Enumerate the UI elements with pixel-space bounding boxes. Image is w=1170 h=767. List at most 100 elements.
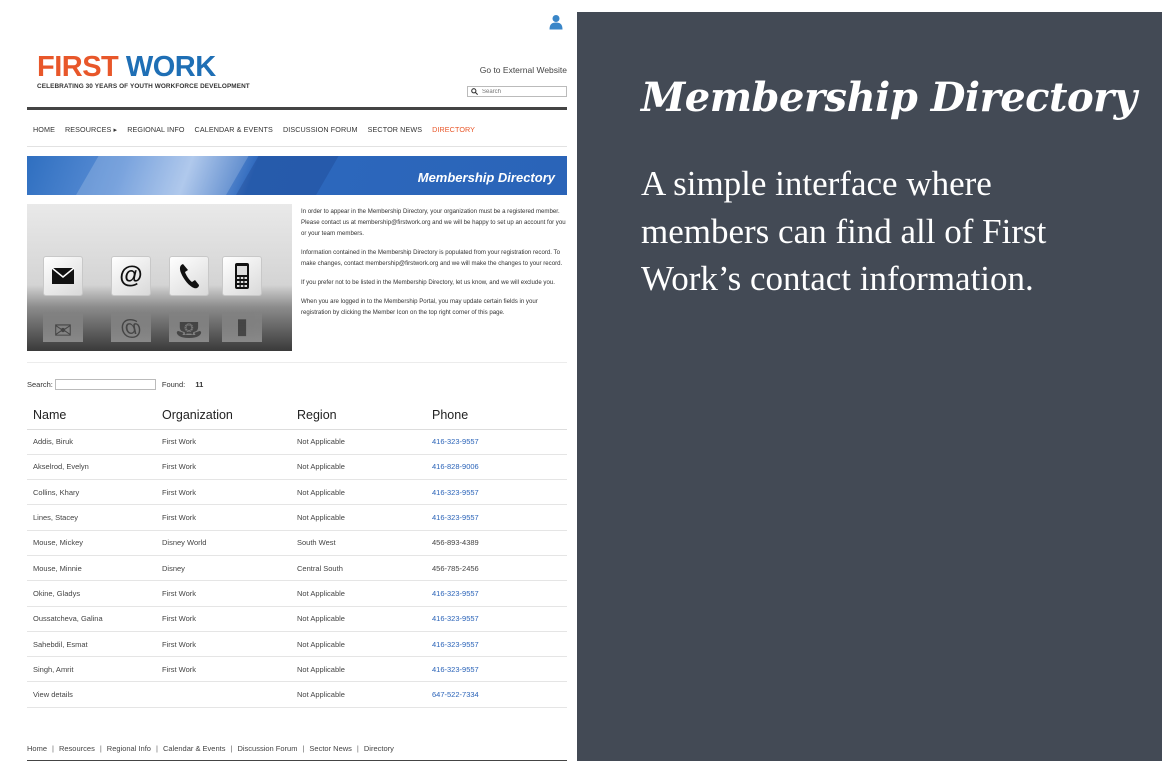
website-screenshot: FIRST WORK CELEBRATING 30 YEARS OF YOUTH…	[0, 0, 577, 767]
cell-name: Collins, Khary	[27, 479, 156, 506]
header-organization[interactable]: Organization	[156, 402, 291, 430]
site-search-input[interactable]	[482, 88, 562, 95]
cell-phone-link[interactable]: 416-323-9557	[426, 606, 567, 632]
footer-home[interactable]: Home	[27, 744, 47, 753]
section-divider	[27, 362, 567, 363]
intro-text: In order to appear in the Membership Dir…	[301, 206, 567, 326]
table-row[interactable]: Collins, Khary First Work Not Applicable…	[27, 479, 567, 506]
nav-calendar-events[interactable]: CALENDAR & EVENTS	[195, 125, 273, 134]
promo-panel: Membership Directory A simple interface …	[577, 12, 1162, 761]
nav-discussion-forum[interactable]: DISCUSSION FORUM	[283, 125, 358, 134]
footer-separator: |	[155, 744, 158, 753]
table-row[interactable]: Singh, Amrit First Work Not Applicable 4…	[27, 656, 567, 683]
cell-region: Not Applicable	[291, 580, 426, 607]
table-row[interactable]: Lines, Stacey First Work Not Applicable …	[27, 504, 567, 531]
cell-name: Lines, Stacey	[27, 504, 156, 531]
footer-calendar-events[interactable]: Calendar & Events	[163, 744, 226, 753]
view-details-link[interactable]: View details	[27, 681, 156, 708]
nav-sector-news[interactable]: SECTOR NEWS	[368, 125, 422, 134]
cell-phone: 456-893-4389	[426, 530, 567, 556]
footer-separator: |	[356, 744, 359, 753]
cell-organization: First Work	[156, 580, 291, 607]
directory-search: Search: Found: 11	[27, 379, 203, 390]
header-phone[interactable]: Phone	[426, 402, 567, 430]
reflection: @	[111, 312, 151, 342]
footer-separator: |	[302, 744, 305, 753]
header-region[interactable]: Region	[291, 402, 426, 430]
cell-phone: 456-785-2456	[426, 555, 567, 582]
intro-paragraph: When you are logged in to the Membership…	[301, 298, 538, 316]
directory-table: Name Organization Region Phone Addis, Bi…	[27, 402, 567, 708]
phone-icon	[169, 256, 209, 296]
contact-icons-image: @ ✉ @ ☎ ▮	[27, 204, 292, 351]
cell-organization: First Work	[156, 454, 291, 481]
first-work-logo[interactable]: FIRST WORK	[37, 52, 216, 82]
table-row[interactable]: Sahebdil, Esmat First Work Not Applicabl…	[27, 631, 567, 658]
found-count: Found: 11	[162, 380, 203, 389]
cell-phone-link[interactable]: 416-828-9006	[426, 454, 567, 481]
header-name[interactable]: Name	[27, 402, 156, 430]
at-sign-icon: @	[111, 256, 151, 296]
table-row[interactable]: View details Not Applicable 647-522-7334	[27, 681, 567, 708]
cell-region: Not Applicable	[291, 479, 426, 506]
table-row[interactable]: Mouse, Minnie Disney Central South 456-7…	[27, 555, 567, 582]
cell-phone-link[interactable]: 416-323-9557	[426, 631, 567, 658]
reflection: ✉	[43, 312, 83, 342]
cell-phone-link[interactable]: 416-323-9557	[426, 479, 567, 506]
site-search[interactable]	[467, 86, 567, 97]
table-row[interactable]: Oussatcheva, Galina First Work Not Appli…	[27, 606, 567, 632]
cell-organization: First Work	[156, 606, 291, 632]
footer-resources[interactable]: Resources	[59, 744, 95, 753]
cell-name: Oussatcheva, Galina	[27, 606, 156, 632]
external-website-link[interactable]: Go to External Website	[480, 65, 567, 75]
envelope-icon	[43, 256, 83, 296]
tagline: CELEBRATING 30 YEARS OF YOUTH WORKFORCE …	[37, 83, 250, 90]
cell-phone-link[interactable]: 416-323-9557	[426, 429, 567, 455]
search-icon	[471, 88, 478, 95]
table-row[interactable]: Akselrod, Evelyn First Work Not Applicab…	[27, 454, 567, 481]
banner-title: Membership Directory	[417, 170, 555, 185]
footer-directory[interactable]: Directory	[364, 744, 394, 753]
table-row[interactable]: Addis, Biruk First Work Not Applicable 4…	[27, 429, 567, 455]
cell-name: Akselrod, Evelyn	[27, 454, 156, 481]
cell-name: Singh, Amrit	[27, 656, 156, 683]
intro-paragraph: In order to appear in the Membership Dir…	[301, 208, 566, 237]
footer-separator: |	[52, 744, 54, 753]
cell-organization: First Work	[156, 479, 291, 506]
cell-region: South West	[291, 530, 426, 556]
cell-region: Not Applicable	[291, 429, 426, 455]
intro-paragraph: If you prefer not to be listed in the Me…	[301, 279, 555, 286]
table-row[interactable]: Mouse, Mickey Disney World South West 45…	[27, 530, 567, 556]
nav-bottom-rule	[27, 146, 567, 147]
table-row[interactable]: Okine, Gladys First Work Not Applicable …	[27, 580, 567, 607]
nav-regional-info[interactable]: REGIONAL INFO	[127, 125, 184, 134]
cell-region: Central South	[291, 555, 426, 582]
mobile-phone-icon	[222, 256, 262, 296]
cell-organization: First Work	[156, 631, 291, 658]
footer-rule	[27, 760, 567, 761]
reflection: ☎	[169, 312, 209, 342]
nav-home[interactable]: HOME	[33, 125, 55, 134]
cell-region: Not Applicable	[291, 454, 426, 481]
cell-organization	[156, 681, 291, 708]
user-icon[interactable]	[549, 14, 563, 30]
cell-phone-link[interactable]: 416-323-9557	[426, 504, 567, 531]
nav-resources[interactable]: RESOURCES ▸	[65, 125, 117, 134]
cell-phone-link[interactable]: 416-323-9557	[426, 656, 567, 683]
cell-phone-link[interactable]: 416-323-9557	[426, 580, 567, 607]
nav-directory[interactable]: DIRECTORY	[432, 125, 475, 134]
directory-search-input[interactable]	[54, 379, 156, 390]
intro-paragraph: Information contained in the Membership …	[301, 249, 563, 267]
footer-regional-info[interactable]: Regional Info	[107, 744, 151, 753]
cell-organization: First Work	[156, 504, 291, 531]
page-banner: Membership Directory	[27, 156, 567, 195]
table-header-row: Name Organization Region Phone	[27, 402, 567, 430]
cell-region: Not Applicable	[291, 631, 426, 658]
footer-sector-news[interactable]: Sector News	[309, 744, 352, 753]
cell-region: Not Applicable	[291, 606, 426, 632]
cell-phone-link[interactable]: 647-522-7334	[426, 681, 567, 708]
footer-discussion-forum[interactable]: Discussion Forum	[237, 744, 297, 753]
cell-organization: First Work	[156, 429, 291, 455]
directory-search-label: Search:	[27, 380, 53, 389]
reflection: ▮	[222, 312, 262, 342]
